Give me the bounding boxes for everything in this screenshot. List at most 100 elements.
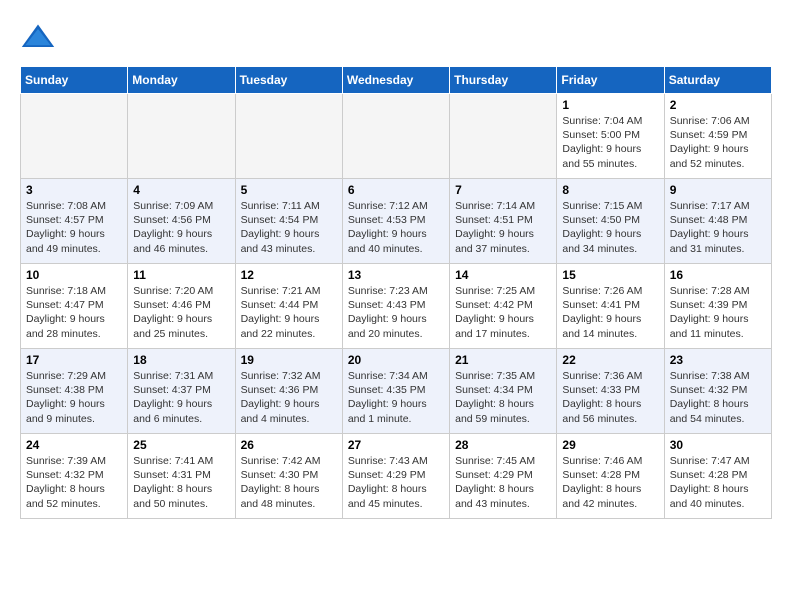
day-info: Sunrise: 7:06 AMSunset: 4:59 PMDaylight:… [670, 114, 766, 171]
day-info: Sunrise: 7:45 AMSunset: 4:29 PMDaylight:… [455, 454, 551, 511]
day-info: Sunrise: 7:38 AMSunset: 4:32 PMDaylight:… [670, 369, 766, 426]
calendar-cell: 16Sunrise: 7:28 AMSunset: 4:39 PMDayligh… [664, 264, 771, 349]
calendar-cell: 22 Sunrise: 7:36 AMSunset: 4:33 PMDayligh… [557, 349, 664, 434]
calendar-cell: 17 Sunrise: 7:29 AMSunset: 4:38 PMDayligh… [21, 349, 128, 434]
day-number: 13 [348, 268, 444, 282]
day-info: Sunrise: 7:23 AMSunset: 4:43 PMDaylight:… [348, 284, 444, 341]
day-number: 21 [455, 353, 551, 367]
day-info: Sunrise: 7:34 AMSunset: 4:35 PMDaylight:… [348, 369, 444, 426]
calendar-cell [450, 94, 557, 179]
day-number: 6 [348, 183, 444, 197]
calendar-cell: 23 Sunrise: 7:38 AMSunset: 4:32 PMDayligh… [664, 349, 771, 434]
calendar-cell: 30 Sunrise: 7:47 AMSunset: 4:28 PMDayligh… [664, 434, 771, 519]
calendar-cell: 1 Sunrise: 7:04 AMSunset: 5:00 PMDaylight… [557, 94, 664, 179]
day-info: Sunrise: 7:04 AMSunset: 5:00 PMDaylight:… [562, 114, 658, 171]
calendar-header-friday: Friday [557, 67, 664, 94]
day-info: Sunrise: 7:28 AMSunset: 4:39 PMDaylight:… [670, 284, 766, 341]
day-number: 12 [241, 268, 337, 282]
day-number: 27 [348, 438, 444, 452]
day-number: 17 [26, 353, 122, 367]
day-info: Sunrise: 7:41 AMSunset: 4:31 PMDaylight:… [133, 454, 229, 511]
day-number: 14 [455, 268, 551, 282]
day-info: Sunrise: 7:36 AMSunset: 4:33 PMDaylight:… [562, 369, 658, 426]
calendar-cell: 25 Sunrise: 7:41 AMSunset: 4:31 PMDayligh… [128, 434, 235, 519]
day-number: 15 [562, 268, 658, 282]
calendar-header-saturday: Saturday [664, 67, 771, 94]
calendar-cell: 10 Sunrise: 7:18 AMSunset: 4:47 PMDayligh… [21, 264, 128, 349]
day-number: 1 [562, 98, 658, 112]
calendar-cell: 27 Sunrise: 7:43 AMSunset: 4:29 PMDayligh… [342, 434, 449, 519]
calendar-week-row: 10 Sunrise: 7:18 AMSunset: 4:47 PMDayligh… [21, 264, 772, 349]
day-info: Sunrise: 7:12 AMSunset: 4:53 PMDaylight:… [348, 199, 444, 256]
calendar-week-row: 24 Sunrise: 7:39 AMSunset: 4:32 PMDayligh… [21, 434, 772, 519]
calendar-header-tuesday: Tuesday [235, 67, 342, 94]
calendar-header-monday: Monday [128, 67, 235, 94]
day-number: 30 [670, 438, 766, 452]
day-info: Sunrise: 7:20 AMSunset: 4:46 PMDaylight:… [133, 284, 229, 341]
day-info: Sunrise: 7:43 AMSunset: 4:29 PMDaylight:… [348, 454, 444, 511]
calendar-header-thursday: Thursday [450, 67, 557, 94]
calendar-cell [342, 94, 449, 179]
day-info: Sunrise: 7:25 AMSunset: 4:42 PMDaylight:… [455, 284, 551, 341]
day-info: Sunrise: 7:15 AMSunset: 4:50 PMDaylight:… [562, 199, 658, 256]
day-info: Sunrise: 7:39 AMSunset: 4:32 PMDaylight:… [26, 454, 122, 511]
day-number: 8 [562, 183, 658, 197]
day-info: Sunrise: 7:47 AMSunset: 4:28 PMDaylight:… [670, 454, 766, 511]
calendar-cell: 24 Sunrise: 7:39 AMSunset: 4:32 PMDayligh… [21, 434, 128, 519]
calendar-table: SundayMondayTuesdayWednesdayThursdayFrid… [20, 66, 772, 519]
calendar-cell: 12 Sunrise: 7:21 AMSunset: 4:44 PMDayligh… [235, 264, 342, 349]
calendar-header-sunday: Sunday [21, 67, 128, 94]
day-number: 29 [562, 438, 658, 452]
calendar-cell: 20 Sunrise: 7:34 AMSunset: 4:35 PMDayligh… [342, 349, 449, 434]
calendar-cell: 14 Sunrise: 7:25 AMSunset: 4:42 PMDayligh… [450, 264, 557, 349]
logo [20, 20, 60, 56]
calendar-header-row: SundayMondayTuesdayWednesdayThursdayFrid… [21, 67, 772, 94]
calendar-cell: 2 Sunrise: 7:06 AMSunset: 4:59 PMDaylight… [664, 94, 771, 179]
day-number: 2 [670, 98, 766, 112]
calendar-week-row: 3 Sunrise: 7:08 AMSunset: 4:57 PMDaylight… [21, 179, 772, 264]
day-info: Sunrise: 7:18 AMSunset: 4:47 PMDaylight:… [26, 284, 122, 341]
calendar-cell: 15 Sunrise: 7:26 AMSunset: 4:41 PMDayligh… [557, 264, 664, 349]
calendar-cell: 6 Sunrise: 7:12 AMSunset: 4:53 PMDaylight… [342, 179, 449, 264]
calendar-cell: 4 Sunrise: 7:09 AMSunset: 4:56 PMDaylight… [128, 179, 235, 264]
day-number: 7 [455, 183, 551, 197]
day-info: Sunrise: 7:09 AMSunset: 4:56 PMDaylight:… [133, 199, 229, 256]
calendar-cell: 9 Sunrise: 7:17 AMSunset: 4:48 PMDaylight… [664, 179, 771, 264]
day-number: 5 [241, 183, 337, 197]
day-number: 3 [26, 183, 122, 197]
day-number: 10 [26, 268, 122, 282]
day-info: Sunrise: 7:46 AMSunset: 4:28 PMDaylight:… [562, 454, 658, 511]
calendar-cell: 13 Sunrise: 7:23 AMSunset: 4:43 PMDayligh… [342, 264, 449, 349]
calendar-week-row: 17 Sunrise: 7:29 AMSunset: 4:38 PMDayligh… [21, 349, 772, 434]
day-number: 25 [133, 438, 229, 452]
calendar-cell: 28Sunrise: 7:45 AMSunset: 4:29 PMDayligh… [450, 434, 557, 519]
day-number: 4 [133, 183, 229, 197]
calendar-cell: 21Sunrise: 7:35 AMSunset: 4:34 PMDayligh… [450, 349, 557, 434]
day-info: Sunrise: 7:29 AMSunset: 4:38 PMDaylight:… [26, 369, 122, 426]
day-info: Sunrise: 7:32 AMSunset: 4:36 PMDaylight:… [241, 369, 337, 426]
day-number: 20 [348, 353, 444, 367]
day-info: Sunrise: 7:17 AMSunset: 4:48 PMDaylight:… [670, 199, 766, 256]
page-header [20, 20, 772, 56]
calendar-cell: 19Sunrise: 7:32 AMSunset: 4:36 PMDayligh… [235, 349, 342, 434]
calendar-cell: 26 Sunrise: 7:42 AMSunset: 4:30 PMDayligh… [235, 434, 342, 519]
day-info: Sunrise: 7:11 AMSunset: 4:54 PMDaylight:… [241, 199, 337, 256]
calendar-cell: 29 Sunrise: 7:46 AMSunset: 4:28 PMDayligh… [557, 434, 664, 519]
day-info: Sunrise: 7:42 AMSunset: 4:30 PMDaylight:… [241, 454, 337, 511]
day-info: Sunrise: 7:08 AMSunset: 4:57 PMDaylight:… [26, 199, 122, 256]
calendar-cell: 18Sunrise: 7:31 AMSunset: 4:37 PMDayligh… [128, 349, 235, 434]
day-info: Sunrise: 7:21 AMSunset: 4:44 PMDaylight:… [241, 284, 337, 341]
day-number: 11 [133, 268, 229, 282]
day-number: 9 [670, 183, 766, 197]
day-number: 24 [26, 438, 122, 452]
day-info: Sunrise: 7:31 AMSunset: 4:37 PMDaylight:… [133, 369, 229, 426]
day-number: 22 [562, 353, 658, 367]
calendar-cell: 11 Sunrise: 7:20 AMSunset: 4:46 PMDayligh… [128, 264, 235, 349]
calendar-cell: 7Sunrise: 7:14 AMSunset: 4:51 PMDaylight… [450, 179, 557, 264]
calendar-cell: 8 Sunrise: 7:15 AMSunset: 4:50 PMDaylight… [557, 179, 664, 264]
day-number: 26 [241, 438, 337, 452]
day-number: 23 [670, 353, 766, 367]
calendar-cell: 5 Sunrise: 7:11 AMSunset: 4:54 PMDaylight… [235, 179, 342, 264]
day-info: Sunrise: 7:26 AMSunset: 4:41 PMDaylight:… [562, 284, 658, 341]
calendar-cell [21, 94, 128, 179]
